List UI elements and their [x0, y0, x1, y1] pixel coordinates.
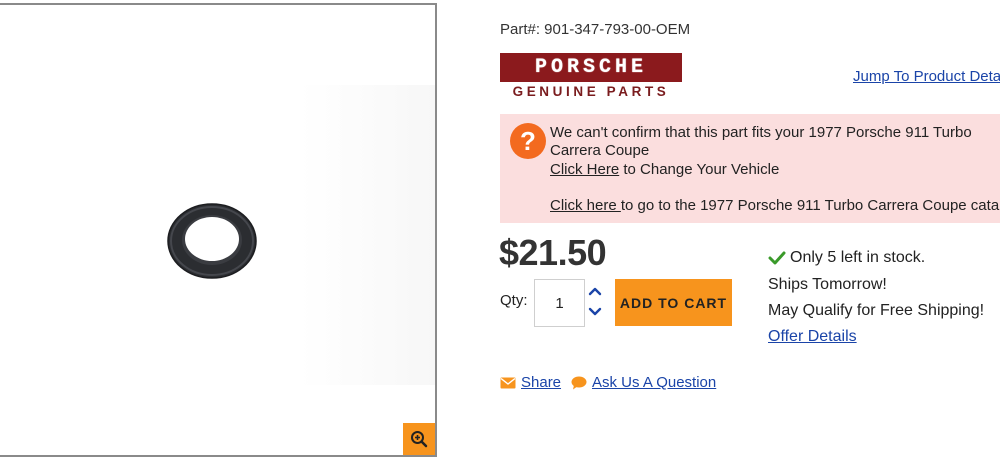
part-number: Part#: 901-347-793-00-OEM — [500, 21, 691, 38]
chat-bubble-icon — [571, 376, 587, 389]
checkmark-icon — [768, 251, 786, 265]
qty-input[interactable] — [534, 279, 585, 327]
qty-decrease-icon[interactable] — [588, 306, 602, 318]
qty-label: Qty: — [500, 292, 528, 309]
fitment-warning: ? We can't confirm that this part fits y… — [500, 114, 1000, 223]
offer-details-link[interactable]: Offer Details — [768, 328, 857, 346]
stock-status: Only 5 left in stock. — [768, 249, 925, 267]
share-link[interactable]: Share — [500, 374, 561, 391]
envelope-icon — [500, 377, 516, 388]
zoom-in-icon — [411, 431, 428, 448]
image-background — [300, 85, 435, 385]
share-label: Share — [521, 374, 562, 391]
qty-increase-icon[interactable] — [588, 285, 602, 297]
ask-question-label: Ask Us A Question — [592, 374, 717, 391]
change-vehicle-text: to Change Your Vehicle — [619, 161, 780, 178]
catalog-line: Click here to go to the 1977 Porsche 911… — [550, 197, 1000, 214]
brand-logo-bar: PORSCHE — [500, 53, 682, 82]
stock-text: Only 5 left in stock. — [790, 249, 926, 266]
catalog-link[interactable]: Click here — [550, 197, 621, 214]
brand-logo-word: PORSCHE — [534, 56, 647, 79]
product-image-panel[interactable] — [0, 3, 437, 457]
brand-logo: PORSCHE GENUINE PARTS — [500, 53, 682, 99]
change-vehicle-link[interactable]: Click Here — [550, 161, 619, 178]
jump-to-details-link[interactable]: Jump To Product Details — [853, 68, 1000, 85]
catalog-text: to go to the 1977 Porsche 911 Turbo Carr… — [620, 197, 1000, 214]
free-shipping-text: May Qualify for Free Shipping! — [768, 302, 985, 319]
product-image — [167, 203, 257, 279]
ships-text: Ships Tomorrow! — [768, 276, 887, 293]
ask-question-link[interactable]: Ask Us A Question — [571, 374, 716, 391]
zoom-button[interactable] — [403, 423, 435, 455]
change-vehicle-line: Click Here to Change Your Vehicle — [550, 161, 779, 178]
add-to-cart-button[interactable]: ADD TO CART — [615, 279, 732, 326]
price: $21.50 — [499, 232, 607, 273]
question-icon: ? — [510, 123, 546, 159]
fitment-message: We can't confirm that this part fits you… — [550, 124, 972, 159]
brand-logo-subtitle: GENUINE PARTS — [512, 84, 670, 99]
